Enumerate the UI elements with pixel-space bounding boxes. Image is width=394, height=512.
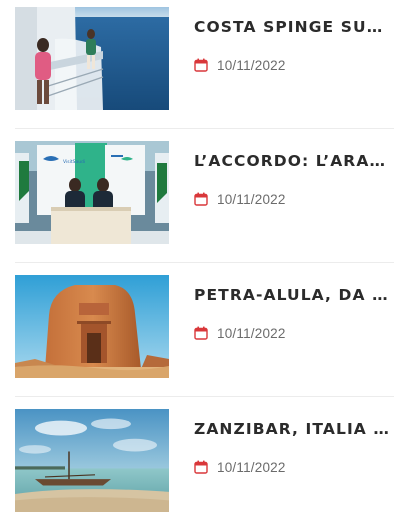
news-title[interactable]: PETRA-ALULA, DA GEMELLE (194, 285, 390, 305)
signing-ceremony-photo: VisitSaudi (15, 141, 169, 244)
list-item[interactable]: PETRA-ALULA, DA GEMELLE 10/11/2022 (15, 275, 394, 378)
news-thumbnail[interactable] (15, 7, 169, 110)
news-title[interactable]: COSTA SPINGE SUL BRANDING (194, 17, 390, 37)
divider (15, 262, 394, 263)
news-date: 10/11/2022 (217, 191, 286, 207)
news-title[interactable]: L’ACCORDO: L’ARABIA SAUDITA (194, 151, 390, 171)
divider (15, 128, 394, 129)
date-row: 10/11/2022 (194, 459, 286, 475)
desert-rock-tomb-photo (15, 275, 169, 378)
news-thumbnail[interactable] (15, 275, 169, 378)
calendar-icon (194, 326, 208, 340)
calendar-icon (194, 192, 208, 206)
news-thumbnail[interactable] (15, 409, 169, 512)
news-date: 10/11/2022 (217, 459, 286, 475)
news-thumbnail[interactable]: VisitSaudi (15, 141, 169, 244)
divider (15, 396, 394, 397)
list-item[interactable]: VisitSaudi L’ACCORDO: L’ARABIA SAUDITA (15, 141, 394, 244)
news-list: COSTA SPINGE SUL BRANDING 10/11/2022 Vis… (0, 0, 394, 512)
news-date: 10/11/2022 (217, 57, 286, 73)
list-item[interactable]: ZANZIBAR, ITALIA PRIMO MERCATO 10/11/202… (15, 409, 394, 512)
calendar-icon (194, 460, 208, 474)
beach-boat-sunset-photo (15, 409, 169, 512)
date-row: 10/11/2022 (194, 191, 286, 207)
svg-text:VisitSaudi: VisitSaudi (63, 159, 85, 165)
calendar-icon (194, 58, 208, 72)
cruise-ship-photo (15, 7, 169, 110)
date-row: 10/11/2022 (194, 57, 286, 73)
news-title[interactable]: ZANZIBAR, ITALIA PRIMO MERCATO (194, 419, 390, 439)
news-date: 10/11/2022 (217, 325, 286, 341)
list-item[interactable]: COSTA SPINGE SUL BRANDING 10/11/2022 (15, 7, 394, 110)
date-row: 10/11/2022 (194, 325, 286, 341)
